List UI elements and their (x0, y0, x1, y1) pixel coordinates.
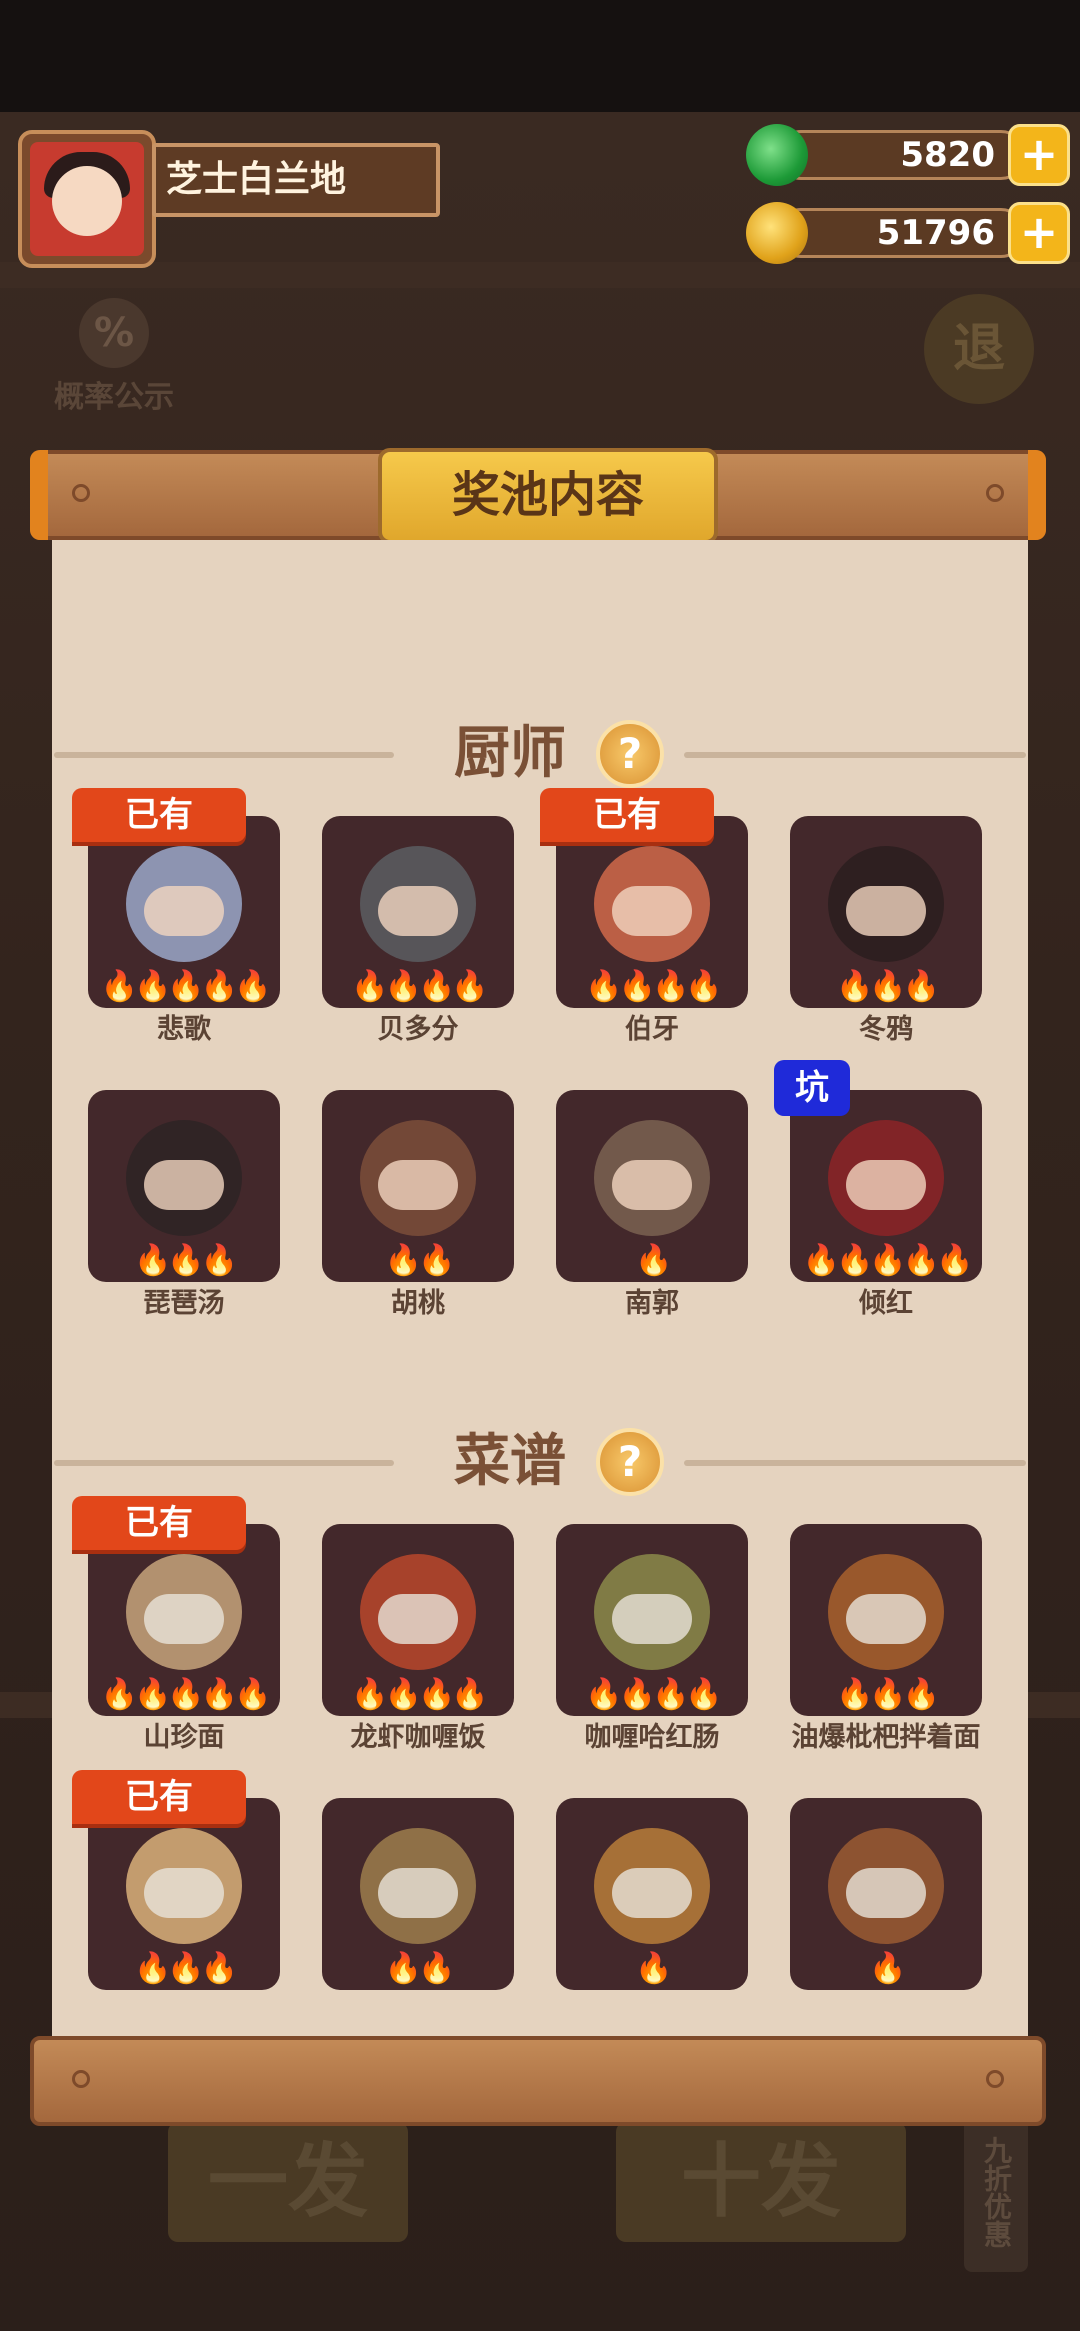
owned-badge: 已有 (540, 788, 714, 842)
card-portrait: 🔥 (790, 1798, 982, 1990)
flame-rating: 🔥 (635, 1243, 672, 1278)
chef-section-header: 厨师 ? (52, 714, 1028, 794)
card-name: 龙虾咖喱饭 (350, 1722, 486, 1753)
card-name: 悲歌 (157, 1014, 211, 1045)
recipe-card[interactable]: 🔥 (790, 1798, 982, 2032)
flame-rating: 🔥🔥🔥 (133, 1243, 238, 1278)
chef-card[interactable]: 🔥🔥🔥 冬鸦 (790, 816, 982, 1050)
card-portrait: 🔥 (556, 1090, 748, 1282)
card-portrait: 🔥🔥🔥 (790, 1524, 982, 1716)
flame-rating: 🔥🔥🔥🔥 (351, 969, 488, 1004)
flame-rating: 🔥🔥🔥🔥🔥 (100, 1677, 272, 1712)
chef-card[interactable]: 🔥🔥🔥 琵琶汤 (88, 1090, 280, 1324)
flame-rating: 🔥 (869, 1951, 906, 1986)
percent-icon: % (79, 298, 149, 368)
card-portrait: 🔥🔥 (322, 1798, 514, 1990)
card-name: 咖喱哈红肠 (584, 1722, 720, 1753)
card-portrait: 🔥🔥🔥🔥🔥 (88, 1524, 280, 1716)
recipe-section-title: 菜谱 (454, 1429, 566, 1494)
owned-badge: 已有 (72, 1496, 246, 1550)
add-jade-button[interactable]: + (1008, 124, 1070, 186)
card-name: 琵琶汤 (143, 1288, 225, 1319)
player-name: 芝士白兰地 (152, 143, 440, 217)
discount-tag: 九折优惠 (964, 2112, 1028, 2272)
single-draw-button[interactable]: 一发 (168, 2122, 408, 2242)
chef-card[interactable]: 🔥 南郭 (556, 1090, 748, 1324)
coin-amount: 51796 (776, 208, 1026, 258)
panel-title: 奖池内容 (378, 448, 718, 544)
card-name: 油爆枇杷拌着面 (791, 1722, 981, 1753)
add-coin-button[interactable]: + (1008, 202, 1070, 264)
card-portrait: 🔥🔥 (322, 1090, 514, 1282)
recipe-help-icon[interactable]: ? (596, 1428, 664, 1496)
ten-draw-button[interactable]: 十发 (616, 2122, 906, 2242)
flame-rating: 🔥 (635, 1951, 672, 1986)
flame-rating: 🔥🔥 (384, 1951, 456, 1986)
card-name: 冬鸦 (859, 1014, 913, 1045)
card-name: 胡桃 (391, 1288, 445, 1319)
panel-bottom-board (30, 2036, 1046, 2126)
recipe-card[interactable]: 🔥 (556, 1798, 748, 2032)
chef-card[interactable]: 🔥🔥🔥🔥 伯牙 (556, 816, 748, 1050)
card-name: 山珍面 (143, 1722, 225, 1753)
chef-card[interactable]: 🔥🔥 胡桃 (322, 1090, 514, 1324)
card-portrait: 🔥🔥🔥🔥🔥 (88, 816, 280, 1008)
pool-content-panel[interactable]: 厨师 ? 菜谱 ? 🔥🔥🔥🔥🔥 悲歌 已有 🔥🔥🔥🔥 贝多分 🔥🔥🔥🔥 伯牙 已有 🔥🔥🔥 冬鸦 🔥… (52, 540, 1028, 2036)
card-name: 南郭 (625, 1288, 679, 1319)
coin-icon (746, 202, 808, 264)
pit-badge: 坑 (774, 1060, 850, 1116)
flame-rating: 🔥🔥🔥🔥 (585, 1677, 722, 1712)
card-portrait: 🔥🔥🔥🔥 (322, 1524, 514, 1716)
chef-card[interactable]: 🔥🔥🔥🔥 贝多分 (322, 816, 514, 1050)
recipe-card[interactable]: 🔥🔥🔥🔥🔥 山珍面 (88, 1524, 280, 1758)
exit-button[interactable]: 退 (924, 294, 1034, 404)
background-rail (0, 262, 1080, 288)
recipe-card[interactable]: 🔥🔥 (322, 1798, 514, 2032)
recipe-card[interactable]: 🔥🔥🔥🔥 龙虾咖喱饭 (322, 1524, 514, 1758)
recipe-card[interactable]: 🔥🔥🔥 (88, 1798, 280, 2032)
recipe-section-header: 菜谱 ? (52, 1422, 1028, 1502)
owned-badge: 已有 (72, 788, 246, 842)
recipe-card[interactable]: 🔥🔥🔥 油爆枇杷拌着面 (790, 1524, 982, 1758)
card-name: 贝多分 (377, 1014, 459, 1045)
flame-rating: 🔥🔥🔥 (835, 969, 940, 1004)
flame-rating: 🔥🔥 (384, 1243, 456, 1278)
probability-label: 概率公示 (54, 380, 174, 415)
card-portrait: 🔥 (556, 1798, 748, 1990)
chef-help-icon[interactable]: ? (596, 720, 664, 788)
card-portrait: 🔥🔥🔥🔥 (556, 816, 748, 1008)
jade-currency: 5820 + (746, 124, 1070, 186)
chef-card[interactable]: 🔥🔥🔥🔥🔥 悲歌 (88, 816, 280, 1050)
owned-badge: 已有 (72, 1770, 246, 1824)
probability-button[interactable]: % 概率公示 (44, 298, 184, 416)
card-name: 倾红 (859, 1288, 913, 1319)
jade-icon (746, 124, 808, 186)
card-name: 伯牙 (625, 1014, 679, 1045)
card-portrait: 🔥🔥🔥🔥 (556, 1524, 748, 1716)
avatar[interactable] (18, 130, 156, 268)
card-portrait: 🔥🔥🔥 (790, 816, 982, 1008)
card-portrait: 🔥🔥🔥🔥🔥 (790, 1090, 982, 1282)
flame-rating: 🔥🔥🔥 (133, 1951, 238, 1986)
flame-rating: 🔥🔥🔥🔥🔥 (100, 969, 272, 1004)
card-portrait: 🔥🔥🔥🔥 (322, 816, 514, 1008)
flame-rating: 🔥🔥🔥 (835, 1677, 940, 1712)
coin-currency: 51796 + (746, 202, 1070, 264)
flame-rating: 🔥🔥🔥🔥🔥 (802, 1243, 974, 1278)
status-bar (0, 0, 1080, 112)
chef-section-title: 厨师 (454, 721, 566, 786)
flame-rating: 🔥🔥🔥🔥 (585, 969, 722, 1004)
card-portrait: 🔥🔥🔥 (88, 1090, 280, 1282)
recipe-card[interactable]: 🔥🔥🔥🔥 咖喱哈红肠 (556, 1524, 748, 1758)
flame-rating: 🔥🔥🔥🔥 (351, 1677, 488, 1712)
jade-amount: 5820 (776, 130, 1026, 180)
chef-card[interactable]: 🔥🔥🔥🔥🔥 倾红 (790, 1090, 982, 1324)
card-portrait: 🔥🔥🔥 (88, 1798, 280, 1990)
